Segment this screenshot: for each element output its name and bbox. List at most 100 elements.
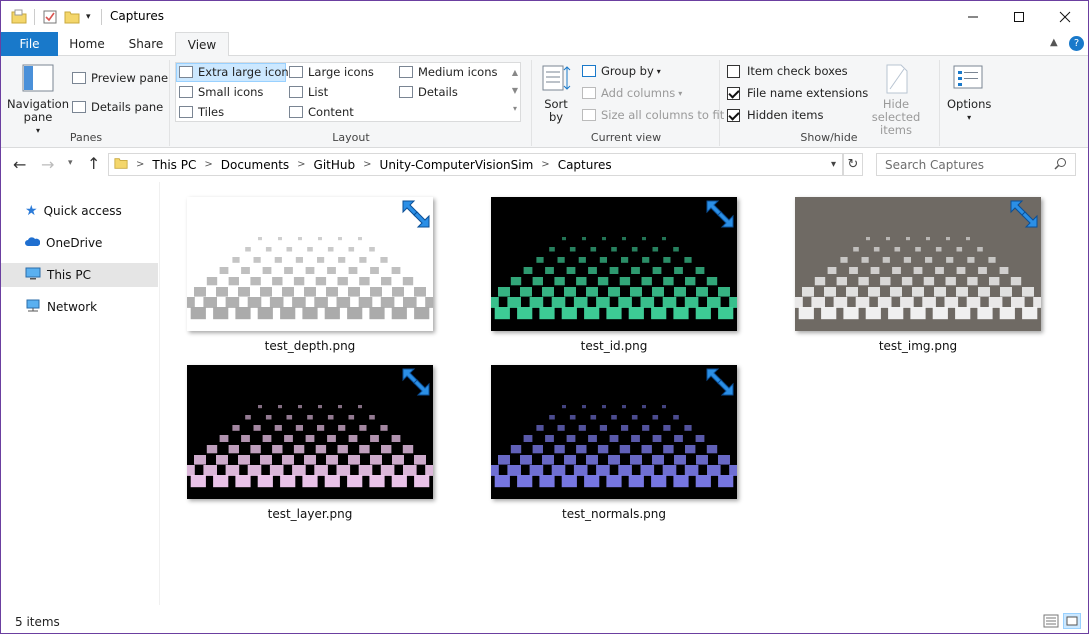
network-icon (25, 299, 41, 315)
search-input[interactable]: Search Captures (876, 153, 1076, 176)
group-by-button[interactable]: Group by ▾ (582, 64, 661, 78)
file-tile[interactable]: test_img.png (795, 197, 1041, 357)
address-dropdown-icon[interactable]: ▾ (831, 159, 836, 170)
file-thumbnail (187, 365, 433, 499)
layout-small-icons[interactable]: Small icons (179, 85, 263, 99)
sync-arrows-icon (703, 197, 737, 231)
file-tile[interactable]: test_layer.png (187, 365, 433, 525)
properties-icon[interactable] (42, 8, 58, 26)
sync-arrows-icon (703, 365, 737, 399)
options-icon[interactable] (953, 64, 983, 95)
navigation-pane: ★ Quick access OneDrive This PC Network (1, 182, 160, 605)
file-name-extensions-label: File name extensions (747, 86, 869, 100)
forward-arrow-icon[interactable]: → (41, 155, 54, 174)
nav-item-network[interactable]: Network (1, 295, 158, 319)
nav-item-label: OneDrive (46, 236, 103, 250)
hidden-items-toggle[interactable]: Hidden items (727, 108, 823, 122)
file-tile[interactable]: test_normals.png (491, 365, 737, 525)
star-icon: ★ (25, 203, 38, 219)
preview-pane-icon (72, 72, 86, 84)
chevron-right-icon[interactable]: > (541, 159, 549, 170)
sort-by-label: Sort by (544, 97, 568, 124)
customize-toolbar-icon[interactable]: ▾ (86, 8, 91, 26)
scrollbar[interactable] (1078, 182, 1088, 605)
breadcrumb-unity-computervisionsim[interactable]: Unity-ComputerVisionSim (380, 158, 534, 172)
preview-pane-button[interactable]: Preview pane (72, 71, 168, 85)
file-name-extensions-toggle[interactable]: File name extensions (727, 86, 868, 100)
file-tile[interactable]: test_id.png (491, 197, 737, 357)
layout-item-label: Details (418, 85, 458, 99)
layout-extra-large-icons[interactable]: Extra large icons (179, 65, 295, 79)
details-pane-button[interactable]: Details pane (72, 100, 163, 114)
nav-item-this-pc[interactable]: This PC (1, 263, 158, 287)
refresh-icon[interactable]: ↻ (843, 153, 863, 176)
add-columns-button[interactable]: Add columns ▾ (582, 86, 682, 100)
close-icon[interactable] (1042, 1, 1088, 32)
folder-icon (11, 8, 27, 26)
search-icon (1054, 157, 1067, 173)
file-thumbnail (795, 197, 1041, 331)
maximize-icon[interactable] (996, 1, 1042, 32)
tab-share[interactable]: Share (119, 32, 173, 56)
breadcrumb-this-pc[interactable]: This PC (152, 158, 196, 172)
help-icon[interactable]: ? (1069, 36, 1084, 51)
file-thumbnail (491, 365, 737, 499)
minimize-icon[interactable] (950, 1, 996, 32)
breadcrumb-captures[interactable]: Captures (558, 158, 612, 172)
chevron-right-icon[interactable]: > (204, 159, 212, 170)
panes-group-label: Panes (69, 131, 103, 144)
layout-scroll-icon[interactable]: ▲ ▼ ▾ (510, 64, 520, 118)
item-count: 5 items (15, 615, 60, 629)
layout-list[interactable]: List (289, 85, 328, 99)
nav-item-quick-access[interactable]: ★ Quick access (1, 199, 158, 223)
options-button[interactable]: Options ▾ (947, 98, 991, 124)
nav-item-onedrive[interactable]: OneDrive (1, 231, 158, 255)
sort-by-button[interactable]: Sort by (544, 98, 568, 124)
new-folder-icon[interactable] (64, 8, 80, 26)
size-all-columns-button[interactable]: Size all columns to fit (582, 108, 724, 122)
tab-home[interactable]: Home (61, 32, 113, 56)
file-name-extensions-checkbox[interactable] (727, 86, 740, 100)
layout-details[interactable]: Details (399, 85, 458, 99)
hide-selected-items-icon[interactable] (885, 64, 909, 97)
item-check-boxes-toggle[interactable]: Item check boxes (727, 64, 848, 78)
layout-large-icons[interactable]: Large icons (289, 65, 374, 79)
address-bar[interactable]: > This PC > Documents > GitHub > Unity-C… (108, 153, 843, 176)
item-check-boxes-label: Item check boxes (747, 64, 848, 78)
tab-file[interactable]: File (1, 32, 58, 56)
layout-content[interactable]: Content (289, 105, 354, 119)
up-arrow-icon[interactable]: ↑ (87, 154, 100, 173)
hidden-items-checkbox[interactable] (727, 108, 740, 122)
back-arrow-icon[interactable]: ← (13, 155, 26, 174)
breadcrumb-github[interactable]: GitHub (314, 158, 356, 172)
hidden-items-label: Hidden items (747, 108, 824, 122)
breadcrumb-documents[interactable]: Documents (221, 158, 289, 172)
chevron-right-icon[interactable]: > (297, 159, 305, 170)
address-toolbar: ← → ▾ ↑ > This PC > Documents > GitHub >… (1, 149, 1088, 181)
tab-view[interactable]: View (175, 32, 229, 57)
recent-locations-icon[interactable]: ▾ (68, 158, 73, 168)
item-check-boxes-checkbox[interactable] (727, 64, 740, 78)
layout-medium-icons[interactable]: Medium icons (399, 65, 497, 79)
file-name: test_depth.png (264, 339, 356, 353)
details-pane-icon (72, 101, 86, 113)
layout-tiles[interactable]: Tiles (179, 105, 224, 119)
chevron-right-icon[interactable]: > (136, 159, 144, 170)
layout-item-label: Large icons (308, 65, 374, 79)
chevron-right-icon[interactable]: > (363, 159, 371, 170)
nav-item-label: Quick access (43, 204, 122, 218)
sort-by-icon[interactable] (542, 64, 572, 97)
folder-icon (114, 156, 128, 173)
options-label: Options (947, 97, 992, 111)
details-view-icon[interactable] (1043, 614, 1059, 631)
computer-icon (25, 267, 41, 283)
nav-item-label: Network (47, 300, 98, 314)
file-tile[interactable]: test_depth.png (187, 197, 433, 357)
navigation-pane-icon[interactable] (22, 64, 54, 95)
large-icons-view-icon[interactable] (1063, 613, 1081, 629)
navigation-pane-button[interactable]: Navigation pane ▾ (7, 98, 69, 137)
sync-arrows-icon (399, 197, 433, 231)
collapse-ribbon-icon[interactable]: ▲ (1050, 37, 1058, 48)
group-by-label: Group by (601, 64, 654, 78)
small-icons-icon (179, 86, 193, 98)
